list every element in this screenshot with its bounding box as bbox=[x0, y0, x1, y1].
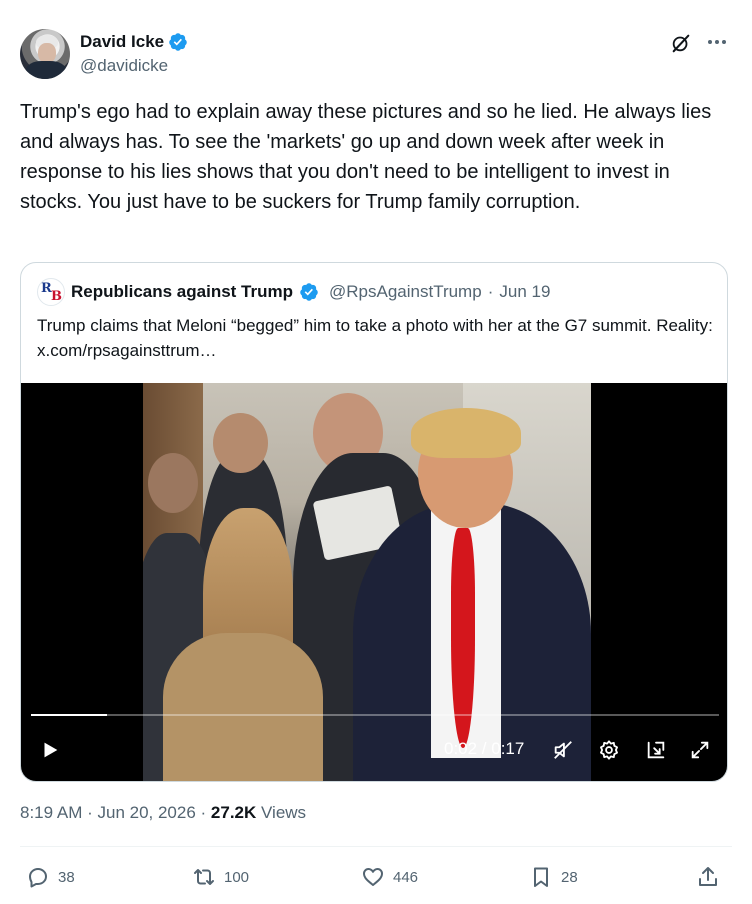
reply-icon bbox=[29, 868, 47, 888]
video-player[interactable]: 0:02 / 0:17 bbox=[21, 383, 727, 781]
post-text: Trump's ego had to explain away these pi… bbox=[20, 101, 712, 213]
post-date[interactable]: Jun 20, 2026 bbox=[97, 803, 195, 822]
grok-icon[interactable] bbox=[670, 32, 692, 54]
author-display-name[interactable]: David Icke bbox=[80, 32, 164, 52]
views-label: Views bbox=[256, 803, 307, 822]
author-avatar[interactable] bbox=[20, 29, 70, 79]
play-icon[interactable] bbox=[37, 737, 63, 763]
bookmark-button[interactable]: 28 bbox=[529, 862, 578, 892]
views-count: 27.2K bbox=[210, 803, 257, 822]
avatar-letter-b: B bbox=[51, 289, 62, 304]
more-options-icon[interactable] bbox=[704, 29, 730, 55]
repost-count: 100 bbox=[224, 868, 250, 886]
post-header: David Icke @davidicke bbox=[20, 29, 732, 81]
reply-button[interactable]: 38 bbox=[26, 862, 75, 892]
reply-count: 38 bbox=[58, 868, 75, 886]
like-count: 446 bbox=[393, 868, 419, 886]
author-name-row: David Icke bbox=[80, 31, 188, 53]
repost-icon bbox=[194, 869, 214, 885]
like-button[interactable]: 446 bbox=[361, 862, 418, 892]
author-handle[interactable]: @davidicke bbox=[80, 56, 168, 76]
quoted-header: R B Republicans against Trump @RpsAgains… bbox=[37, 278, 550, 306]
settings-icon[interactable] bbox=[596, 737, 622, 763]
video-progress-bar[interactable] bbox=[31, 714, 719, 716]
quoted-text: Trump claims that Meloni “begged” him to… bbox=[37, 316, 713, 360]
video-time: 0:02 / 0:17 bbox=[444, 739, 525, 758]
video-controls: 0:02 / 0:17 bbox=[21, 731, 727, 771]
share-icon bbox=[699, 867, 717, 886]
quoted-avatar[interactable]: R B bbox=[37, 278, 65, 306]
meta-separator: · bbox=[195, 803, 211, 822]
quoted-date[interactable]: Jun 19 bbox=[499, 282, 550, 302]
quoted-post[interactable]: R B Republicans against Trump @RpsAgains… bbox=[20, 262, 728, 782]
avatar-face bbox=[38, 43, 56, 63]
quoted-separator: · bbox=[487, 282, 494, 301]
video-scene-head bbox=[148, 453, 198, 513]
bookmark-count: 28 bbox=[561, 868, 578, 886]
quoted-display-name[interactable]: Republicans against Trump bbox=[71, 282, 293, 302]
repost-button[interactable]: 100 bbox=[192, 862, 249, 892]
avatar-coat bbox=[26, 61, 66, 79]
post-meta: 8:19 AM · Jun 20, 2026 · 27.2K Views bbox=[20, 803, 306, 823]
verified-badge-icon bbox=[169, 33, 187, 51]
quoted-handle[interactable]: @RpsAgainstTrump bbox=[329, 282, 482, 302]
pip-icon[interactable] bbox=[643, 737, 669, 763]
mute-icon[interactable] bbox=[550, 737, 576, 763]
divider bbox=[20, 846, 732, 847]
video-scene-head bbox=[213, 413, 268, 473]
heart-icon bbox=[363, 868, 383, 886]
fullscreen-icon[interactable] bbox=[687, 737, 713, 763]
video-scene-hair bbox=[411, 408, 521, 458]
video-frame bbox=[143, 383, 591, 781]
post-time[interactable]: 8:19 AM bbox=[20, 803, 82, 822]
verified-badge-icon bbox=[300, 283, 318, 301]
meta-separator: · bbox=[82, 803, 98, 822]
bookmark-icon bbox=[534, 867, 548, 887]
share-button[interactable] bbox=[696, 862, 720, 892]
action-bar: 38 100 446 28 bbox=[20, 862, 732, 892]
video-progress-fill bbox=[31, 714, 107, 716]
